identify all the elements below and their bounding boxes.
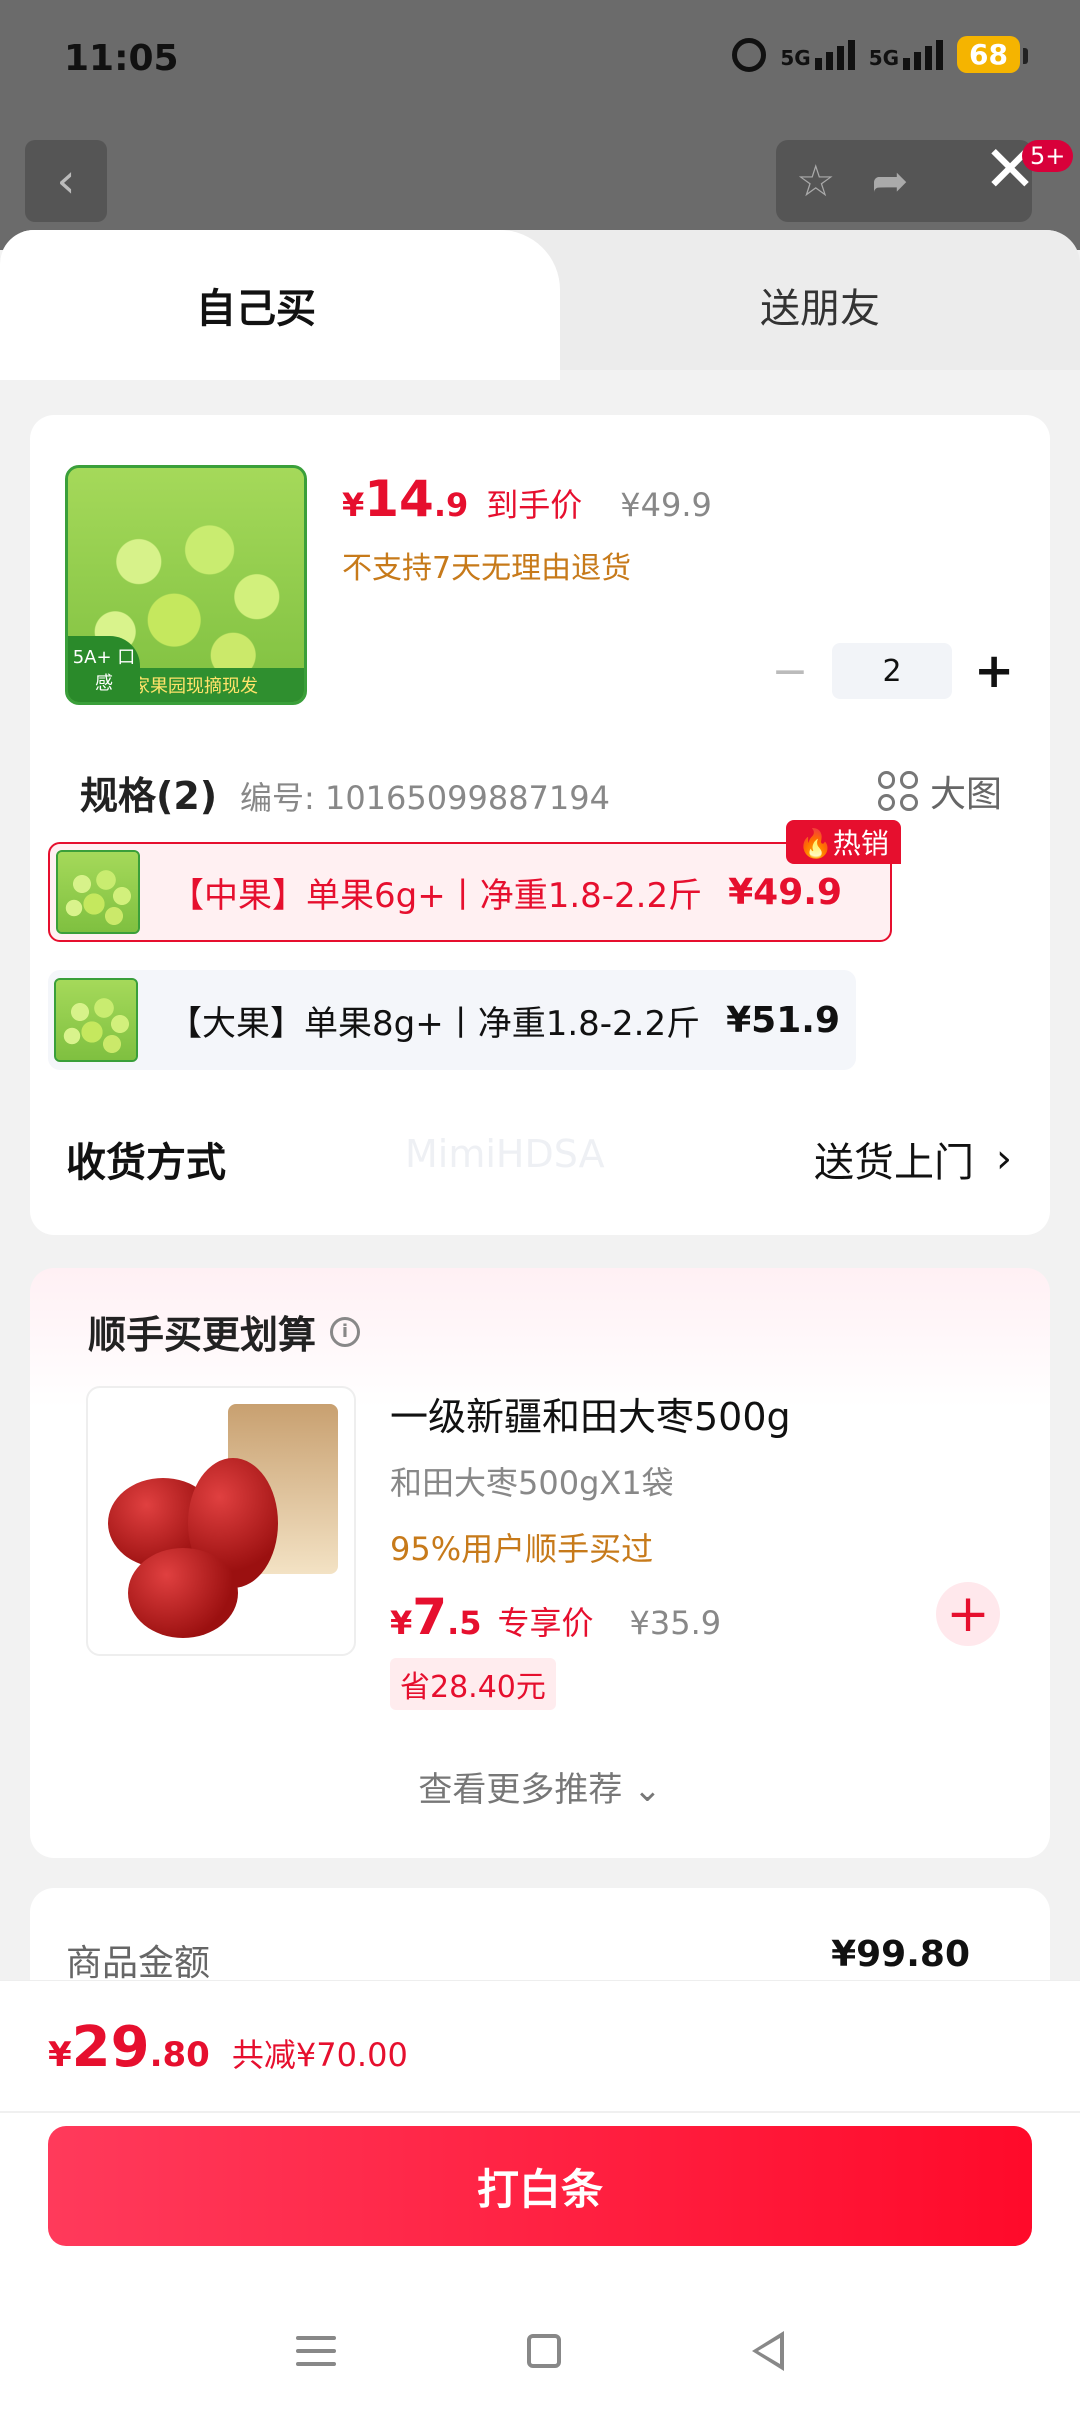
increase-button[interactable]: + xyxy=(974,643,1014,699)
signal-2-icon: 5G xyxy=(869,39,944,70)
home-icon[interactable] xyxy=(526,2334,561,2368)
alarm-icon xyxy=(732,37,767,72)
divider xyxy=(0,2111,1080,2113)
cart-count-badge: 5+ xyxy=(1022,140,1074,172)
final-price-label: 到手价 xyxy=(486,486,583,524)
image-tag: 5A+ 口感 xyxy=(68,636,140,702)
watermark: MimiHDSA xyxy=(405,1132,605,1176)
recommend-bought: 95%用户顺手买过 xyxy=(390,1530,654,1568)
spec-option-large[interactable]: 【大果】单果8g+丨净重1.8-2.2斤 ¥51.9 xyxy=(48,970,856,1070)
share-icon[interactable]: ➦ xyxy=(871,156,908,207)
product-image[interactable]: 自家果园现摘现发 5A+ 口感 xyxy=(65,465,307,705)
big-image-button[interactable]: 大图 xyxy=(877,765,1002,817)
grid-icon xyxy=(877,771,918,811)
system-nav-bar xyxy=(0,2311,1080,2391)
add-recommend-button[interactable]: + xyxy=(936,1582,1000,1646)
total-price: ¥29.80 共减¥70.00 xyxy=(48,2015,408,2080)
menu-icon[interactable] xyxy=(295,2336,336,2366)
final-price: ¥14.9 xyxy=(342,470,469,528)
option-label: 【中果】单果6g+丨净重1.8-2.2斤 xyxy=(170,875,703,916)
tab-gift-friend[interactable]: 送朋友 xyxy=(760,276,880,334)
delivery-value: 送货上门 xyxy=(814,1140,974,1186)
bottom-bar: ¥29.80 共减¥70.00 打白条 xyxy=(0,1980,1080,2412)
back-button[interactable]: ‹ xyxy=(25,140,107,222)
pay-button[interactable]: 打白条 xyxy=(48,2126,1032,2246)
quantity-stepper: − 2 + xyxy=(770,643,1014,699)
delivery-label: 收货方式 xyxy=(66,1140,226,1186)
spec-code: 编号: 10165099887194 xyxy=(240,779,610,817)
recommend-save-badge: 省28.40元 xyxy=(390,1658,556,1710)
jujube-image[interactable] xyxy=(86,1386,356,1656)
total-discount: 共减¥70.00 xyxy=(231,2036,408,2074)
amount-value: ¥99.80 xyxy=(831,1934,970,1975)
status-time: 11:05 xyxy=(64,38,179,79)
recommend-price: ¥7.5 xyxy=(390,1588,482,1646)
recommend-price-row: ¥7.5 专享价 ¥35.9 xyxy=(390,1588,721,1646)
spec-title: 规格(2) xyxy=(80,774,218,818)
recommend-original-price: ¥35.9 xyxy=(629,1604,722,1642)
more-recommend-link[interactable]: 查看更多推荐 ⌄ xyxy=(30,1762,1050,1811)
quantity-input[interactable]: 2 xyxy=(832,643,952,699)
info-icon[interactable]: i xyxy=(330,1316,361,1347)
recommend-title: 顺手买更划算 i xyxy=(88,1304,361,1359)
tab-bar: 自己买 送朋友 xyxy=(0,230,1080,380)
recommend-spec: 和田大枣500gX1袋 xyxy=(390,1464,674,1502)
original-price: ¥49.9 xyxy=(620,486,712,524)
recommend-card: 顺手买更划算 i 一级新疆和田大枣500g 和田大枣500gX1袋 95%用户顺… xyxy=(30,1268,1050,1858)
option-thumb xyxy=(54,978,138,1062)
spec-option-medium[interactable]: 【中果】单果6g+丨净重1.8-2.2斤 ¥49.9 xyxy=(48,842,892,942)
tab-buy-for-self[interactable]: 自己买 xyxy=(0,230,560,380)
option-price: ¥49.9 xyxy=(728,871,842,913)
delivery-selector[interactable]: 送货上门 › xyxy=(814,1130,1012,1188)
price-row: ¥14.9 到手价 ¥49.9 xyxy=(342,470,712,528)
status-bar: 11:05 5G 5G 68 xyxy=(0,0,1080,120)
option-label: 【大果】单果8g+丨净重1.8-2.2斤 xyxy=(168,1003,701,1044)
return-policy: 不支持7天无理由退货 xyxy=(342,551,632,586)
battery-icon: 68 xyxy=(957,36,1028,73)
chevron-right-icon: › xyxy=(996,1136,1012,1182)
favorite-icon[interactable]: ☆ xyxy=(796,156,835,207)
option-price: ¥51.9 xyxy=(726,999,840,1041)
signal-1-icon: 5G xyxy=(780,39,855,70)
recommend-price-label: 专享价 xyxy=(497,1604,594,1642)
recommend-name: 一级新疆和田大枣500g xyxy=(390,1395,791,1439)
amount-label: 商品金额 xyxy=(66,1943,211,1984)
status-icons: 5G 5G 68 xyxy=(732,36,1028,73)
back-icon[interactable] xyxy=(752,2331,785,2371)
option-thumb xyxy=(56,850,140,934)
hot-badge: 🔥热销 xyxy=(786,820,901,864)
decrease-button[interactable]: − xyxy=(770,646,810,697)
